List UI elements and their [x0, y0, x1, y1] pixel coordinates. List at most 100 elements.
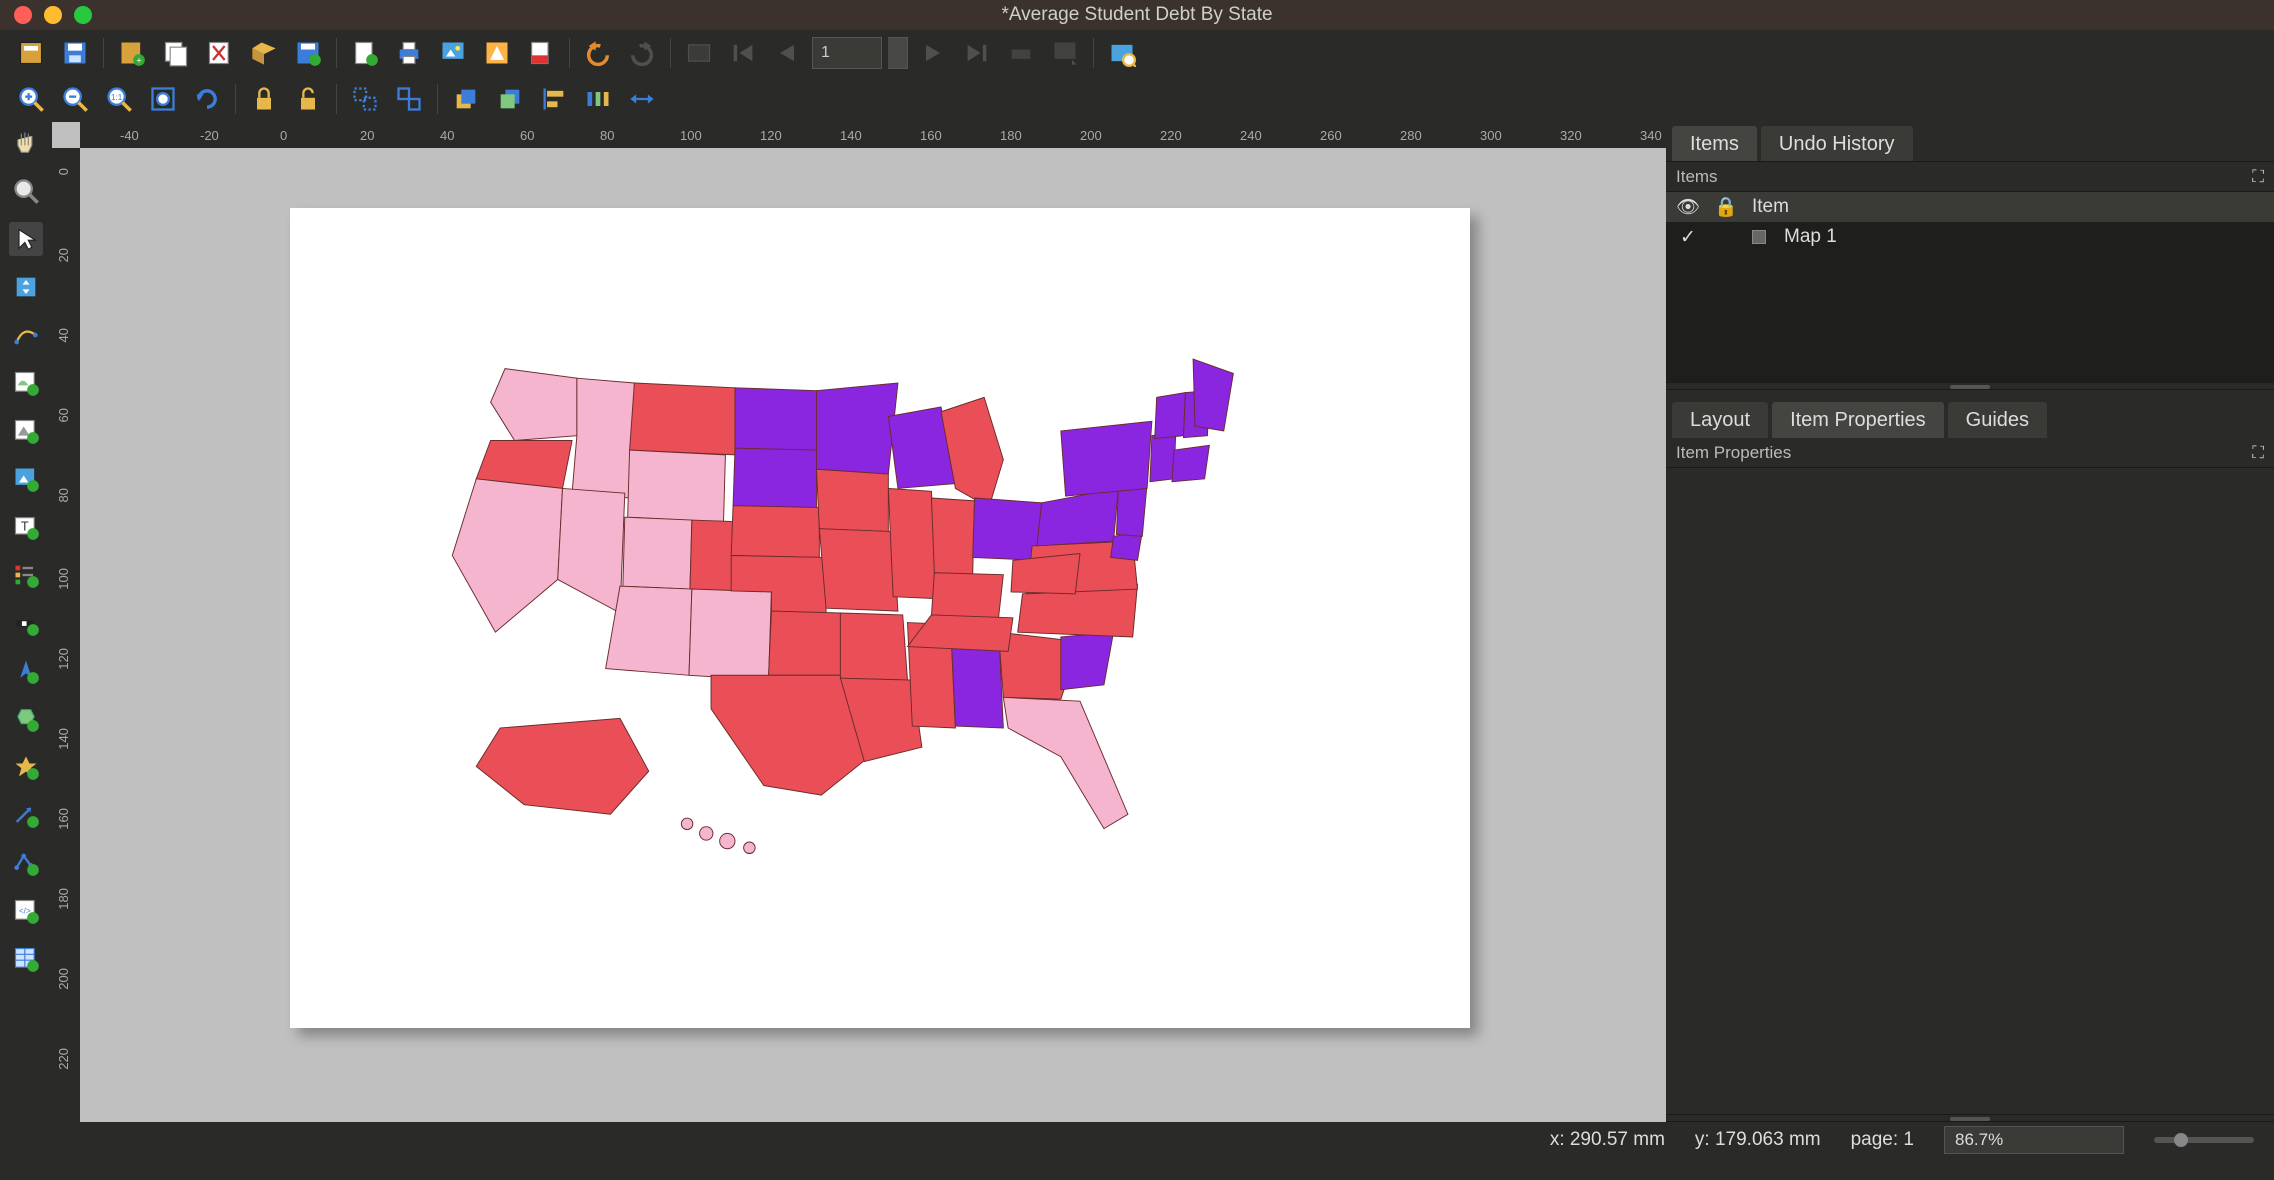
minimize-window-icon[interactable] [44, 6, 62, 24]
canvas-area[interactable]: -40 -20 0 20 40 60 80 100 120 140 160 18… [52, 122, 1666, 1122]
pan-tool[interactable] [9, 126, 43, 160]
add-html-tool[interactable]: </> [9, 894, 43, 928]
refresh-button[interactable] [188, 80, 226, 118]
undo-button[interactable] [579, 34, 617, 72]
ruler-tick: 200 [56, 968, 71, 990]
align-left-button[interactable] [535, 80, 573, 118]
add-label-tool[interactable]: T [9, 510, 43, 544]
atlas-first-button[interactable] [724, 34, 762, 72]
ruler-tick: 60 [520, 128, 534, 143]
ruler-tick: 160 [920, 128, 942, 143]
zoom-slider[interactable] [2154, 1137, 2254, 1143]
ruler-tick: 200 [1080, 128, 1102, 143]
layout-page[interactable] [290, 208, 1470, 1028]
delete-layout-button[interactable] [201, 34, 239, 72]
add-items-button[interactable] [346, 34, 384, 72]
atlas-next-button[interactable] [914, 34, 952, 72]
ungroup-button[interactable] [390, 80, 428, 118]
ruler-tick: 320 [1560, 128, 1582, 143]
layout-button[interactable] [12, 34, 50, 72]
zoom-in-button[interactable] [12, 80, 50, 118]
zoom-value: 86.7% [1955, 1130, 2003, 1150]
item-visibility-check[interactable]: ✓ [1676, 226, 1700, 249]
zoom-100-button[interactable]: 1:1 [100, 80, 138, 118]
atlas-toggle-button[interactable] [680, 34, 718, 72]
add-nodes-tool[interactable] [9, 846, 43, 880]
maximize-window-icon[interactable] [74, 6, 92, 24]
print-button[interactable] [390, 34, 428, 72]
zoom-full-button[interactable] [144, 80, 182, 118]
save-button[interactable] [56, 34, 94, 72]
add-map-tool[interactable] [9, 366, 43, 400]
main-area: T </> -40 -20 0 20 40 60 80 100 120 140 … [0, 122, 2274, 1122]
items-list-header: 👁 🔒 Item [1666, 192, 2274, 222]
lock-items-button[interactable] [245, 80, 283, 118]
page-viewport[interactable] [80, 148, 1666, 1122]
export-image-button[interactable] [434, 34, 472, 72]
ruler-tick: 140 [56, 728, 71, 750]
add-north-arrow-tool[interactable] [9, 654, 43, 688]
ruler-tick: 220 [1160, 128, 1182, 143]
ruler-tick: 140 [840, 128, 862, 143]
tab-layout[interactable]: Layout [1672, 402, 1768, 438]
tab-item-properties[interactable]: Item Properties [1772, 402, 1944, 438]
items-list-row[interactable]: ✓ Map 1 [1666, 222, 2274, 252]
new-layout-button[interactable]: + [113, 34, 151, 72]
page-number-input[interactable] [812, 37, 882, 69]
add-legend-tool[interactable] [9, 558, 43, 592]
window-title: *Average Student Debt By State [1001, 4, 1272, 26]
panel-expand-icon[interactable]: ⛶ [2252, 443, 2264, 463]
zoom-selector[interactable]: 86.7% [1944, 1126, 2124, 1154]
map-item[interactable] [390, 343, 1310, 883]
zoom-out-button[interactable] [56, 80, 94, 118]
duplicate-layout-button[interactable] [157, 34, 195, 72]
atlas-settings-button[interactable] [1103, 34, 1141, 72]
ruler-vertical: 0 20 40 60 80 100 120 140 160 180 200 22… [52, 148, 80, 1122]
add-attribute-table-tool[interactable] [9, 942, 43, 976]
select-tool[interactable] [9, 222, 43, 256]
zoom-tool[interactable] [9, 174, 43, 208]
toolbar-view: 1:1 [0, 76, 2274, 122]
export-pdf-button[interactable] [522, 34, 560, 72]
panel-splitter-bottom[interactable] [1666, 1114, 2274, 1122]
tab-items[interactable]: Items [1672, 126, 1757, 161]
group-button[interactable] [346, 80, 384, 118]
atlas-export-image-button[interactable] [1046, 34, 1084, 72]
atlas-print-button[interactable] [1002, 34, 1040, 72]
item-properties-body [1666, 468, 2274, 1114]
atlas-last-button[interactable] [958, 34, 996, 72]
tab-undo-history[interactable]: Undo History [1761, 126, 1913, 161]
add-scalebar-tool[interactable] [9, 606, 43, 640]
add-arrow-tool[interactable] [9, 798, 43, 832]
tab-guides[interactable]: Guides [1948, 402, 2047, 438]
item-type-icon [1752, 230, 1766, 244]
redo-button[interactable] [623, 34, 661, 72]
panel-splitter[interactable] [1666, 382, 2274, 390]
resize-button[interactable] [623, 80, 661, 118]
add-picture-tool[interactable] [9, 462, 43, 496]
edit-nodes-tool[interactable] [9, 318, 43, 352]
svg-text:T: T [21, 519, 29, 534]
unlock-items-button[interactable] [289, 80, 327, 118]
panel-expand-icon[interactable]: ⛶ [2252, 167, 2264, 187]
export-svg-button[interactable] [478, 34, 516, 72]
add-3dmap-tool[interactable] [9, 414, 43, 448]
atlas-prev-button[interactable] [768, 34, 806, 72]
panel-tabs-bottom: Layout Item Properties Guides [1666, 398, 2274, 438]
page-dropdown-icon[interactable] [888, 37, 908, 69]
layout-manager-button[interactable] [245, 34, 283, 72]
move-item-tool[interactable] [9, 270, 43, 304]
right-panel: Items Undo History Items ⛶ 👁 🔒 Item ✓ Ma… [1666, 122, 2274, 1122]
close-window-icon[interactable] [14, 6, 32, 24]
distribute-button[interactable] [579, 80, 617, 118]
ruler-tick: 0 [280, 128, 287, 143]
ruler-tick: 40 [56, 328, 71, 342]
save-project-button[interactable] [289, 34, 327, 72]
ruler-tick: 60 [56, 408, 71, 422]
add-marker-tool[interactable] [9, 750, 43, 784]
ruler-tick: 160 [56, 808, 71, 830]
ruler-tick: 260 [1320, 128, 1342, 143]
lower-button[interactable] [491, 80, 529, 118]
add-shape-tool[interactable] [9, 702, 43, 736]
raise-button[interactable] [447, 80, 485, 118]
